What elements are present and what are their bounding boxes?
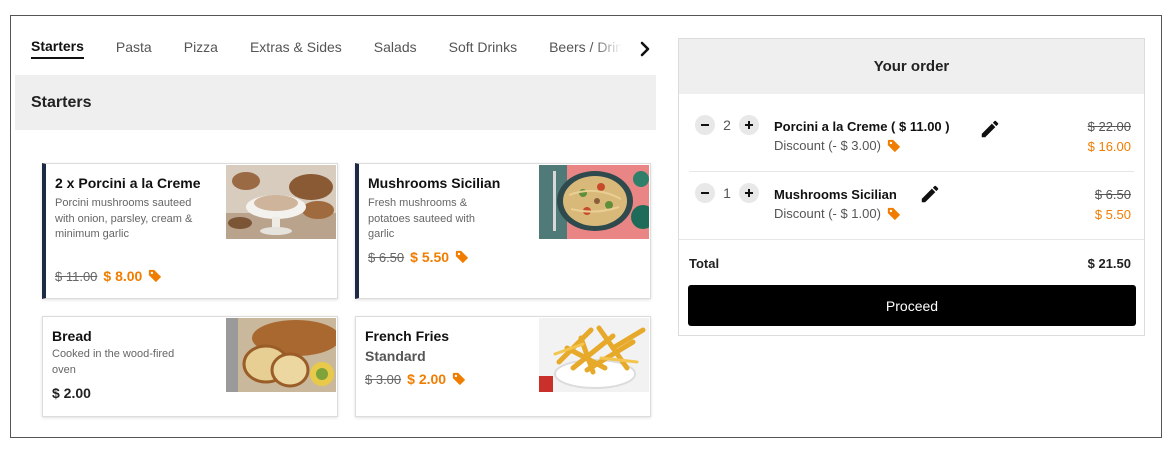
quantity-stepper: 2 [695, 115, 759, 135]
menu-item-card[interactable]: Bread Cooked in the wood-fired oven $ 2.… [42, 316, 338, 417]
mushroom-pasta-image [539, 165, 649, 239]
menu-item-title: 2 x Porcini a la Creme [55, 175, 201, 191]
menu-item-prices: $ 2.00 [52, 385, 91, 401]
menu-item-description: Fresh mushrooms & potatoes sauteed with … [368, 197, 476, 240]
order-item-name: Mushrooms Sicilian [774, 187, 897, 202]
tab-starters[interactable]: Starters [31, 38, 84, 59]
menu-item-title: Mushrooms Sicilian [368, 175, 501, 191]
menu-item-card[interactable]: French Fries Standard $ 3.00 $ 2.00 [355, 316, 651, 417]
tab-salads[interactable]: Salads [374, 39, 417, 58]
price-tag-icon [149, 269, 162, 283]
price: $ 2.00 [52, 385, 91, 401]
menu-item-card[interactable]: Mushrooms Sicilian Fresh mushrooms & pot… [355, 163, 651, 299]
chevron-right-icon [640, 41, 650, 57]
quantity-value: 2 [723, 117, 731, 133]
order-title: Your order [679, 39, 1144, 94]
discount-price: $ 8.00 [103, 268, 143, 284]
increase-button[interactable] [739, 183, 759, 203]
old-price: $ 3.00 [365, 371, 402, 387]
menu-item-prices: $ 6.50 $ 5.50 [368, 249, 469, 265]
old-price: $ 6.50 [368, 249, 405, 265]
tabs-next-button[interactable] [634, 34, 656, 64]
menu-item-card[interactable]: 2 x Porcini a la Creme Porcini mushrooms… [42, 163, 338, 299]
bread-image [226, 318, 336, 392]
order-item-name: Porcini a la Creme ( $ 11.00 ) [774, 119, 950, 134]
quantity-stepper: 1 [695, 183, 759, 203]
decrease-button[interactable] [695, 115, 715, 135]
old-price: $ 11.00 [55, 268, 98, 284]
menu-item-prices: $ 11.00 $ 8.00 [55, 268, 162, 284]
order-total: Total $ 21.50 [679, 239, 1144, 285]
order-panel: Your order 2 Porcini a la Creme ( $ 11.0… [678, 38, 1145, 336]
price-tag-icon [887, 139, 901, 152]
order-item-discount: Discount (- $ 3.00) [774, 138, 901, 153]
decrease-button[interactable] [695, 183, 715, 203]
increase-button[interactable] [739, 115, 759, 135]
discount-price: $ 5.50 [410, 249, 450, 265]
price-tag-icon [887, 207, 901, 220]
quantity-value: 1 [723, 185, 731, 201]
menu-panel: Starters Pasta Pizza Extras & Sides Sala… [15, 22, 656, 417]
menu-item-description: Cooked in the wood-fired oven [52, 348, 175, 376]
plus-icon [745, 189, 753, 197]
discount-price: $ 2.00 [407, 371, 447, 387]
order-item-old-total: $ 6.50 [1094, 187, 1131, 202]
price-tag-icon [455, 250, 469, 264]
plus-icon [745, 121, 753, 129]
tab-extras-sides[interactable]: Extras & Sides [250, 39, 342, 58]
order-item-discount: Discount (- $ 1.00) [774, 206, 901, 221]
tab-pasta[interactable]: Pasta [116, 39, 152, 58]
discount-label: Discount (- $ 1.00) [774, 206, 881, 221]
menu-item-title: Bread [52, 328, 92, 344]
tab-soft-drinks[interactable]: Soft Drinks [449, 39, 517, 58]
total-label: Total [689, 256, 720, 271]
discount-label: Discount (- $ 3.00) [774, 138, 881, 153]
french-fries-image [539, 318, 649, 392]
tab-fade [594, 30, 634, 68]
order-item-total: $ 5.50 [1094, 207, 1131, 222]
pencil-icon[interactable] [919, 183, 941, 205]
porcini-soup-image [226, 165, 336, 239]
total-value: $ 21.50 [1087, 256, 1131, 271]
menu-item-description: Porcini mushrooms sauteed with onion, pa… [55, 197, 193, 240]
proceed-button[interactable]: Proceed [688, 285, 1136, 326]
order-item: 1 Mushrooms Sicilian Discount (- $ 1.00)… [679, 172, 1144, 236]
order-item-total: $ 16.00 [1087, 139, 1131, 154]
order-item: 2 Porcini a la Creme ( $ 11.00 ) Discoun… [679, 104, 1144, 168]
menu-item-subtitle: Standard [365, 348, 426, 364]
category-tabs: Starters Pasta Pizza Extras & Sides Sala… [15, 22, 656, 75]
menu-item-prices: $ 3.00 $ 2.00 [365, 371, 466, 387]
minus-icon [701, 192, 709, 194]
minus-icon [701, 124, 709, 126]
order-item-old-total: $ 22.00 [1087, 119, 1131, 134]
section-title: Starters [15, 75, 656, 130]
pencil-icon[interactable] [979, 118, 1001, 140]
tab-pizza[interactable]: Pizza [184, 39, 218, 58]
menu-item-title: French Fries [365, 328, 450, 344]
price-tag-icon [452, 372, 466, 386]
